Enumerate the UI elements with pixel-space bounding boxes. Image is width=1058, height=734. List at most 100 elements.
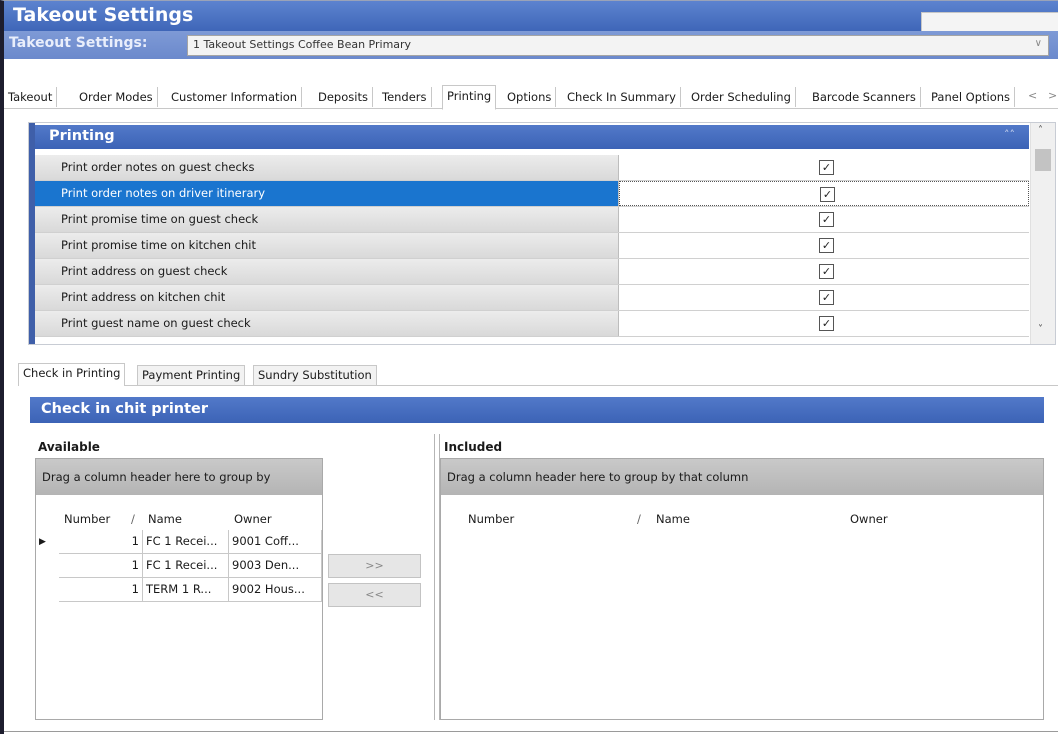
scrollbar-thumb[interactable]: [1035, 149, 1051, 171]
printing-grid-title: Printing: [49, 128, 115, 144]
cell-number[interactable]: 1: [59, 578, 143, 602]
printing-row-label-cell: Print address on kitchen chit: [35, 285, 619, 310]
printing-row-label-cell: Print order notes on driver itinerary: [35, 181, 619, 206]
title-bar-field: [921, 12, 1058, 33]
double-chevron-up-icon[interactable]: ˄˄: [1004, 128, 1015, 141]
chit-printer-header: Check in chit printer: [30, 397, 1044, 423]
printing-row-label: Print promise time on kitchen chit: [61, 238, 256, 252]
triangle-right-icon: ▶: [39, 537, 46, 547]
checkbox-checked[interactable]: ✓: [819, 264, 834, 279]
printing-row-value-cell[interactable]: ✓: [619, 233, 1029, 258]
cell-number[interactable]: 1: [59, 554, 143, 578]
tab-check-in-printing[interactable]: Check in Printing: [18, 363, 126, 386]
printing-grid-header: Printing ˄˄: [35, 125, 1029, 149]
column-header-owner[interactable]: Owner: [850, 512, 888, 526]
tab-panel-options[interactable]: Panel Options: [927, 87, 1016, 107]
chevron-down-icon[interactable]: ˅: [1038, 324, 1043, 335]
move-right-button[interactable]: >>: [328, 554, 421, 578]
printing-row[interactable]: Print guest name on guest check ✓: [35, 311, 1029, 337]
checkbox-checked[interactable]: ✓: [819, 316, 834, 331]
printing-row-label-cell: Print promise time on kitchen chit: [35, 233, 619, 258]
printing-row[interactable]: Print promise time on guest check ✓: [35, 207, 1029, 233]
printing-row-label-cell: Print address on guest check: [35, 259, 619, 284]
cell-owner[interactable]: 9002 Hous...: [229, 578, 322, 602]
printing-grid-scrollbar[interactable]: ˄ ˅: [1030, 123, 1055, 344]
column-header-number[interactable]: Number: [468, 512, 514, 526]
settings-selector-label: Takeout Settings:: [9, 35, 148, 51]
printing-row-label-cell: Print promise time on guest check: [35, 207, 619, 232]
group-by-hint: Drag a column header here to group by: [42, 470, 271, 484]
bottom-border: [4, 731, 1058, 732]
cell-name[interactable]: FC 1 Recei...: [143, 530, 229, 554]
tab-barcode-scanners[interactable]: Barcode Scanners: [808, 87, 921, 107]
tab-options[interactable]: Options: [503, 87, 557, 107]
checkbox-checked[interactable]: ✓: [819, 290, 834, 305]
column-header-name[interactable]: Name: [656, 512, 690, 526]
printing-row-label-cell: Print order notes on guest checks: [35, 155, 619, 180]
checkbox-checked[interactable]: ✓: [820, 187, 835, 202]
printing-row[interactable]: Print promise time on kitchen chit ✓: [35, 233, 1029, 259]
included-label: Included: [444, 440, 503, 454]
sort-indicator-icon: /: [131, 512, 135, 526]
tab-order-scheduling[interactable]: Order Scheduling: [687, 87, 796, 107]
cell-owner[interactable]: 9001 Coff...: [229, 530, 322, 554]
chevron-right-icon[interactable]: >: [1048, 89, 1057, 102]
chit-printer-title: Check in chit printer: [41, 401, 209, 417]
printing-row-value-cell[interactable]: ✓: [619, 285, 1029, 310]
checkbox-checked[interactable]: ✓: [819, 238, 834, 253]
column-header-number[interactable]: Number: [64, 512, 110, 526]
group-by-band[interactable]: Drag a column header here to group by: [36, 459, 322, 495]
printing-row-label: Print order notes on guest checks: [61, 160, 255, 174]
printing-row-label: Print address on kitchen chit: [61, 290, 226, 304]
settings-selector-value: 1 Takeout Settings Coffee Bean Primary: [193, 38, 412, 51]
cell-number[interactable]: 1: [59, 530, 143, 554]
tab-check-in-summary[interactable]: Check In Summary: [563, 87, 681, 107]
group-by-hint: Drag a column header here to group by th…: [447, 470, 749, 484]
printing-row[interactable]: Print address on guest check ✓: [35, 259, 1029, 285]
printing-row-label-cell: Print guest name on guest check: [35, 311, 619, 336]
chevron-left-icon[interactable]: <: [1028, 89, 1037, 102]
included-grid: Drag a column header here to group by th…: [440, 458, 1044, 720]
move-left-button[interactable]: <<: [328, 583, 421, 607]
tab-deposits[interactable]: Deposits: [314, 87, 373, 107]
printing-row-value-cell[interactable]: ✓: [619, 207, 1029, 232]
cell-name[interactable]: FC 1 Recei...: [143, 554, 229, 578]
tab-tenders[interactable]: Tenders: [378, 87, 432, 107]
group-by-band[interactable]: Drag a column header here to group by th…: [441, 459, 1043, 495]
settings-selector-dropdown[interactable]: 1 Takeout Settings Coffee Bean Primary ∨: [187, 35, 1049, 56]
checkbox-checked[interactable]: ✓: [819, 212, 834, 227]
printing-row-label: Print order notes on driver itinerary: [61, 186, 266, 200]
checkbox-checked[interactable]: ✓: [819, 160, 834, 175]
chevron-down-icon[interactable]: ∨: [1035, 38, 1042, 49]
printing-row-value-cell[interactable]: ✓: [619, 259, 1029, 284]
tab-customer-information[interactable]: Customer Information: [167, 87, 303, 107]
printing-row-label: Print address on guest check: [61, 264, 228, 278]
printing-row-value-cell[interactable]: ✓: [619, 155, 1029, 180]
sort-indicator-icon: /: [637, 512, 641, 526]
tab-payment-printing[interactable]: Payment Printing: [137, 365, 246, 385]
cell-owner[interactable]: 9003 Den...: [229, 554, 322, 578]
printing-row[interactable]: Print address on kitchen chit ✓: [35, 285, 1029, 311]
tab-order-modes[interactable]: Order Modes: [75, 87, 158, 107]
printing-row-value-cell[interactable]: ✓: [619, 181, 1029, 206]
printing-row-selected[interactable]: Print order notes on driver itinerary ✓: [35, 181, 1029, 207]
tab-sundry-substitution[interactable]: Sundry Substitution: [253, 365, 377, 385]
cell-name[interactable]: TERM 1 R...: [143, 578, 229, 602]
settings-selector-row: Takeout Settings: 1 Takeout Settings Cof…: [4, 31, 1058, 59]
printing-row[interactable]: Print order notes on guest checks ✓: [35, 155, 1029, 181]
printing-row-label: Print guest name on guest check: [61, 316, 251, 330]
printing-row-label: Print promise time on guest check: [61, 212, 259, 226]
chevron-up-icon[interactable]: ˄: [1038, 125, 1043, 136]
tab-takeout[interactable]: Takeout: [4, 87, 58, 107]
window-title: Takeout Settings: [13, 4, 194, 26]
settings-tab-strip: Takeout Order Modes Customer Information…: [4, 84, 1058, 110]
available-grid: Drag a column header here to group by Nu…: [35, 458, 323, 720]
available-label: Available: [38, 440, 100, 454]
title-bar: Takeout Settings: [4, 1, 1058, 33]
printing-row-value-cell[interactable]: ✓: [619, 311, 1029, 336]
tab-printing[interactable]: Printing: [442, 85, 497, 110]
column-header-owner[interactable]: Owner: [234, 512, 272, 526]
column-header-name[interactable]: Name: [148, 512, 182, 526]
printing-grid: Printing ˄˄ Print order notes on guest c…: [28, 122, 1056, 345]
printing-subtab-strip: Check in Printing Payment Printing Sundr…: [18, 363, 1058, 386]
